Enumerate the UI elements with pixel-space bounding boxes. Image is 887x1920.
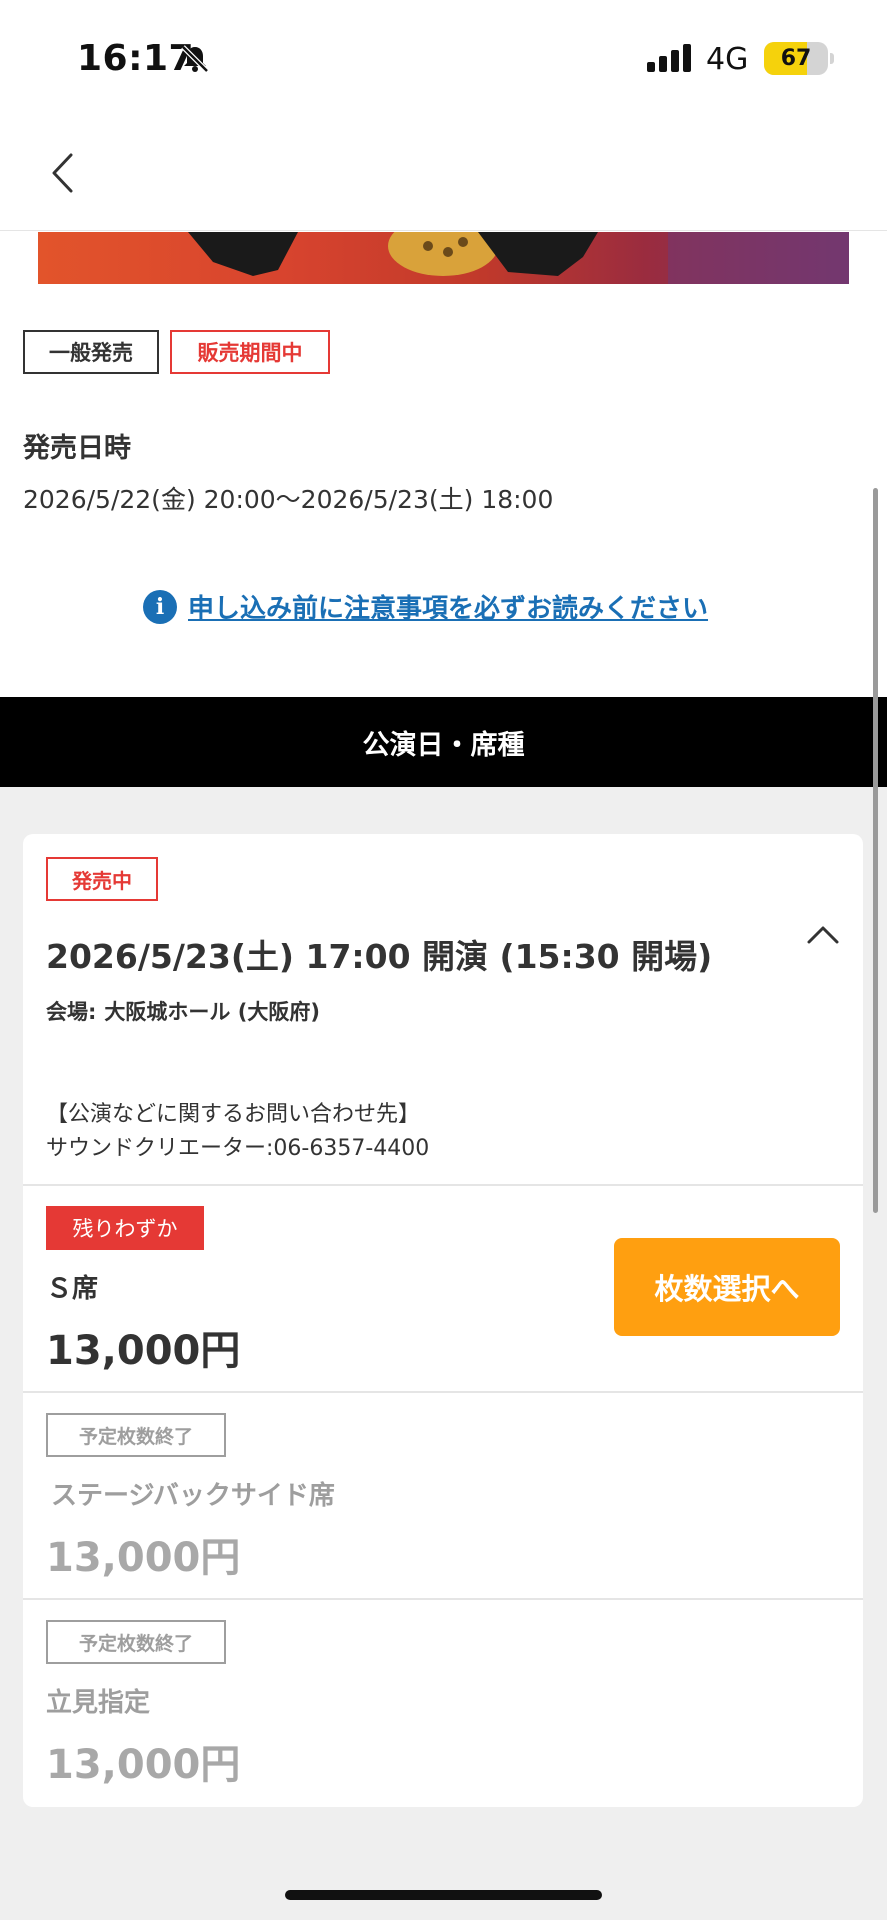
sale-period-badge: 販売期間中 bbox=[170, 330, 330, 374]
hero-image bbox=[38, 232, 849, 284]
status-time: 16:17 bbox=[77, 38, 195, 79]
chevron-up-icon[interactable] bbox=[805, 922, 841, 950]
venue-label: 会場: bbox=[46, 1000, 97, 1024]
signal-icon bbox=[647, 44, 693, 76]
seat-name: Ｓ席 bbox=[46, 1274, 99, 1304]
seat-name: 立見指定 bbox=[46, 1688, 151, 1718]
seat-price: 13,000円 bbox=[46, 1535, 241, 1581]
seat-row: 予定枚数終了 ステージバックサイド席 13,000円 bbox=[23, 1391, 863, 1600]
battery-level: 67 bbox=[780, 46, 812, 71]
status-bar: 16:17 4G 67 bbox=[0, 0, 887, 115]
info-icon: i bbox=[143, 589, 177, 624]
navigation-bar bbox=[0, 115, 887, 231]
select-quantity-button[interactable]: 枚数選択へ bbox=[614, 1238, 840, 1336]
home-indicator[interactable] bbox=[285, 1890, 602, 1900]
seat-status-badge: 予定枚数終了 bbox=[46, 1413, 226, 1457]
section-header: 公演日・席種 bbox=[0, 697, 887, 787]
performance-status-badge: 発売中 bbox=[46, 857, 158, 901]
back-chevron-icon bbox=[52, 153, 73, 193]
scrollbar[interactable] bbox=[873, 488, 878, 1213]
seat-name: ステージバックサイド席 bbox=[51, 1481, 335, 1511]
battery-icon: 67 bbox=[764, 42, 828, 75]
general-sale-badge: 一般発売 bbox=[23, 330, 159, 374]
back-button[interactable] bbox=[40, 145, 90, 200]
performance-card: 発売中 2026/5/23(土) 17:00 開演 (15:30 開場) 会場:… bbox=[23, 834, 863, 1807]
seat-row: 予定枚数終了 立見指定 13,000円 bbox=[23, 1598, 863, 1809]
bell-slash-icon bbox=[180, 44, 210, 78]
seat-price: 13,000円 bbox=[46, 1742, 241, 1788]
seat-row: 残りわずか Ｓ席 13,000円 枚数選択へ bbox=[23, 1184, 863, 1393]
seat-price: 13,000円 bbox=[46, 1328, 241, 1374]
sale-period: 2026/5/22(金) 20:00〜2026/5/23(土) 18:00 bbox=[23, 485, 554, 514]
contact-detail: サウンドクリエーター:06-6357-4400 bbox=[46, 1136, 430, 1161]
venue: 会場: 大阪城ホール (大阪府) bbox=[46, 996, 320, 1026]
notice-link-text[interactable]: 申し込み前に注意事項を必ずお読みください bbox=[188, 588, 708, 625]
performance-datetime: 2026/5/23(土) 17:00 開演 (15:30 開場) bbox=[46, 937, 713, 976]
network-type: 4G bbox=[706, 42, 749, 77]
seat-status-badge: 予定枚数終了 bbox=[46, 1620, 226, 1664]
contact-title: 【公演などに関するお問い合わせ先】 bbox=[46, 1102, 421, 1127]
seat-status-badge: 残りわずか bbox=[46, 1206, 204, 1250]
battery-tip bbox=[830, 53, 834, 64]
notice-link[interactable]: i 申し込み前に注意事項を必ずお読みください bbox=[143, 588, 708, 625]
venue-name: 大阪城ホール (大阪府) bbox=[104, 1000, 320, 1024]
sale-datetime-heading: 発売日時 bbox=[23, 433, 131, 464]
section-title: 公演日・席種 bbox=[362, 729, 525, 761]
